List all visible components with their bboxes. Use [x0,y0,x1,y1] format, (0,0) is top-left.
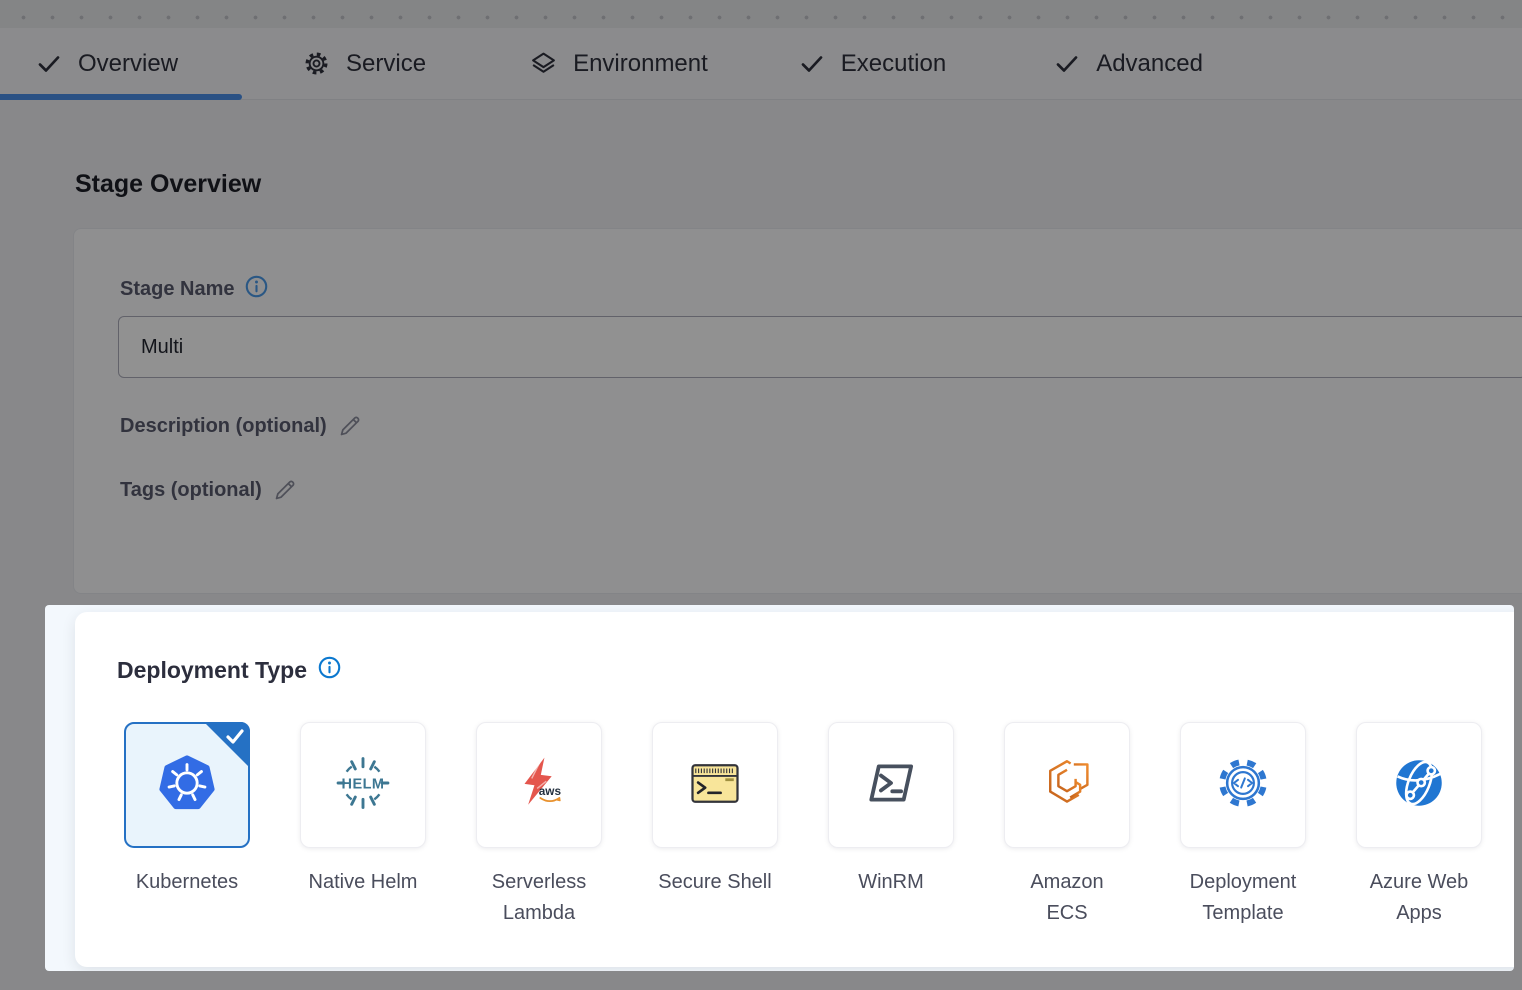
powershell-icon [863,755,919,816]
stage-tabbar: Overview Service Environment Execution [0,28,1522,100]
tile-label: Amazon ECS [1030,867,1103,929]
helm-icon: HELM [334,754,392,817]
deployment-type-card: Deployment Type [75,612,1514,967]
deployment-option-amazon-ecs: Amazon ECS [979,722,1155,929]
stage-overview-card: Stage Name Description (optional) Tags (… [73,228,1522,594]
info-icon[interactable] [318,656,341,685]
svg-text:HELM: HELM [342,776,385,792]
edit-pencil-icon[interactable] [337,413,363,439]
deployment-option-winrm: WinRM [803,722,979,929]
tab-label: Service [346,50,426,78]
deployment-option-secure-shell: Secure Shell [627,722,803,929]
tab-label: Advanced [1096,50,1203,78]
stage-name-label: Stage Name [120,278,235,301]
check-icon [36,51,62,77]
deployment-type-title: Deployment Type [117,657,307,684]
terminal-icon [685,753,745,818]
tile-kubernetes[interactable] [124,722,250,848]
deployment-option-kubernetes: Kubernetes [99,722,275,929]
tile-label: Serverless Lambda [492,867,586,929]
tab-service[interactable]: Service [303,50,426,78]
tile-label: WinRM [858,867,924,898]
tags-label: Tags (optional) [120,479,262,502]
page-title: Stage Overview [75,170,261,199]
gear-code-icon [1214,754,1272,817]
ecs-icon [1038,754,1096,817]
stage-name-input[interactable] [118,316,1522,378]
tile-serverless-lambda[interactable]: aws [476,722,602,848]
tab-label: Environment [573,50,708,78]
kubernetes-icon [156,752,218,819]
tile-label: Native Helm [309,867,418,898]
tile-secure-shell[interactable] [652,722,778,848]
tab-label: Execution [841,50,946,78]
globe-icon [1391,755,1447,816]
tile-deployment-template[interactable] [1180,722,1306,848]
check-icon [1054,51,1080,77]
pipeline-canvas-dots [0,0,1522,28]
tab-execution[interactable]: Execution [799,50,946,78]
serverless-lambda-icon: aws [510,754,568,817]
tile-label: Azure Web Apps [1370,867,1469,929]
info-icon[interactable] [245,275,268,304]
gear-icon [303,50,330,77]
tile-native-helm[interactable]: HELM [300,722,426,848]
tab-label: Overview [78,50,178,78]
tour-spotlight: Deployment Type [45,605,1514,971]
tile-label: Deployment Template [1190,867,1297,929]
environment-icon [530,50,557,77]
tile-azure-web-apps[interactable] [1356,722,1482,848]
check-icon [799,51,825,77]
tab-advanced[interactable]: Advanced [1054,50,1203,78]
tile-label: Secure Shell [658,867,771,898]
svg-text:aws: aws [539,784,562,797]
tab-overview[interactable]: Overview [36,50,178,78]
tile-label: Kubernetes [136,867,238,898]
deployment-option-azure-web-apps: Azure Web Apps [1331,722,1507,929]
description-label: Description (optional) [120,415,327,438]
deployment-option-deployment-template: Deployment Template [1155,722,1331,929]
active-tab-underline [0,94,242,100]
edit-pencil-icon[interactable] [272,477,298,503]
tab-environment[interactable]: Environment [530,50,708,78]
deployment-option-serverless-lambda: aws Serverless Lambda [451,722,627,929]
deployment-option-native-helm: HELM Native Helm [275,722,451,929]
deployment-type-tiles: Kubernetes [99,722,1507,929]
tile-winrm[interactable] [828,722,954,848]
tile-amazon-ecs[interactable] [1004,722,1130,848]
